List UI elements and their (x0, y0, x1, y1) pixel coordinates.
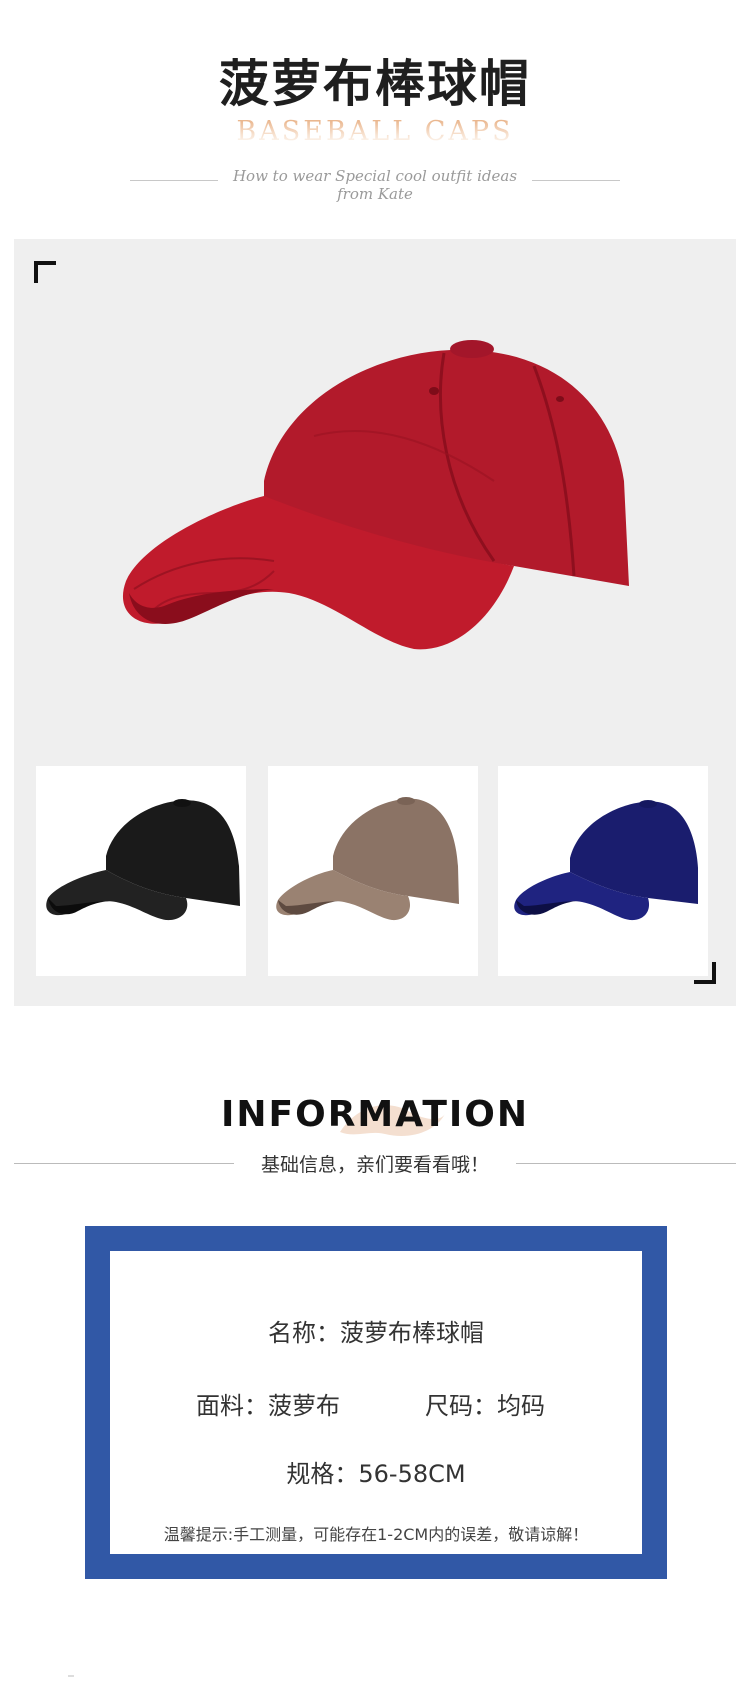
decorative-mark (68, 1675, 74, 1677)
red-cap-image[interactable] (114, 331, 654, 671)
variant-thumb-khaki[interactable] (268, 766, 478, 976)
product-material: 面料：菠萝布 (196, 1392, 340, 1420)
page-subtitle-en: BASEBALL CAPS (0, 116, 750, 147)
information-heading: INFORMATION (220, 1094, 529, 1135)
tagline-row: How to wear Special cool outfit ideas fr… (130, 167, 620, 203)
tagline: How to wear Special cool outfit ideas fr… (232, 167, 518, 203)
divider-left (130, 180, 218, 181)
product-name: 名称：菠萝布棒球帽 (268, 1319, 484, 1347)
navy-cap-image (514, 800, 698, 921)
information-subtitle-row: 基础信息，亲们要看看哦！ (14, 1150, 736, 1178)
info-card-frame: 名称：菠萝布棒球帽 面料：菠萝布 尺码：均码 规格：56-58CM 温馨提示:手… (85, 1226, 667, 1579)
product-spec: 规格：56-58CM (286, 1460, 466, 1488)
corner-bracket-top-left (34, 261, 56, 283)
divider-right (532, 180, 620, 181)
corner-bracket-bottom-right (694, 962, 716, 984)
divider-left (14, 1163, 234, 1164)
khaki-cap-image (276, 797, 459, 921)
page-title: 菠萝布棒球帽 (219, 55, 531, 113)
variant-thumb-navy[interactable] (498, 766, 708, 976)
information-subtitle: 基础信息，亲们要看看哦！ (260, 1154, 489, 1176)
black-cap-image (46, 799, 240, 921)
variant-thumb-black[interactable] (36, 766, 246, 976)
divider-right (516, 1163, 736, 1164)
product-image-panel (14, 239, 736, 1006)
measurement-tip: 温馨提示:手工测量，可能存在1-2CM内的误差，敬请谅解！ (163, 1525, 589, 1544)
product-size: 尺码：均码 (425, 1392, 545, 1420)
info-card: 名称：菠萝布棒球帽 面料：菠萝布 尺码：均码 规格：56-58CM 温馨提示:手… (110, 1251, 642, 1554)
